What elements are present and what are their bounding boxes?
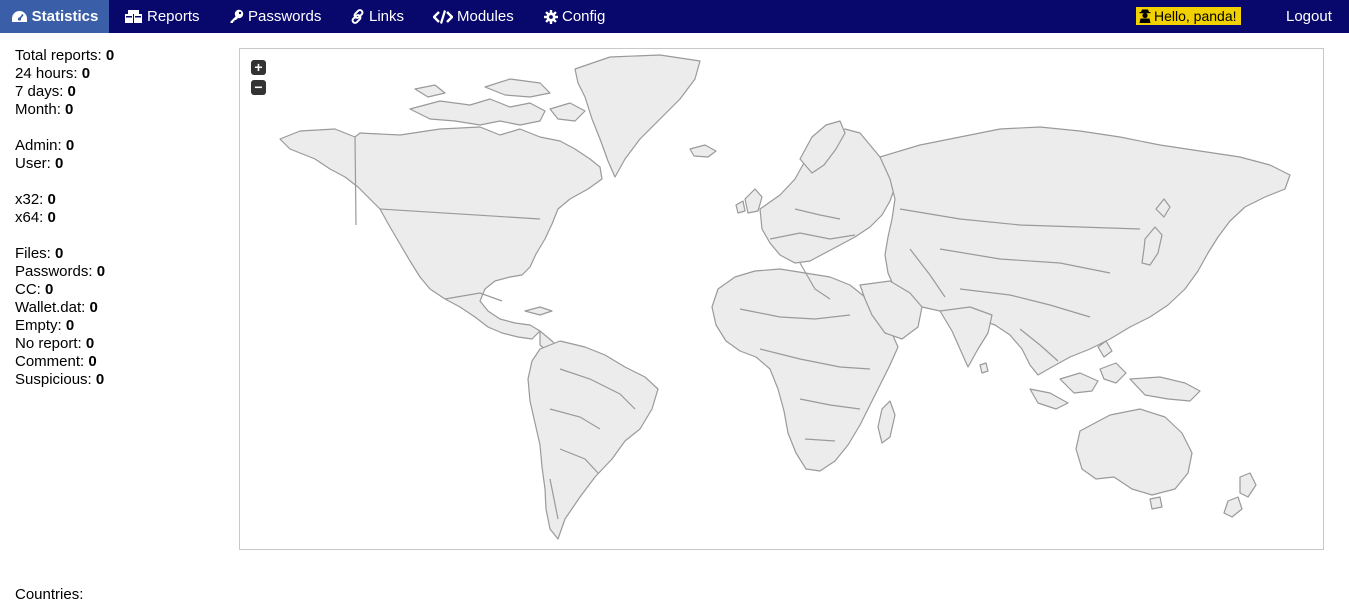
map-arctic-islands	[409, 98, 546, 126]
greeting-badge: Hello, panda!	[1136, 7, 1241, 25]
map-australia	[1075, 408, 1193, 496]
zoom-out-button[interactable]: −	[251, 80, 266, 95]
stat-files: Files: 0	[15, 245, 64, 262]
stat-x32: x32: 0	[15, 191, 56, 208]
greeting-text: Hello, panda!	[1154, 8, 1237, 24]
stat-passwords: Passwords: 0	[15, 263, 106, 280]
stat-cc: CC: 0	[15, 281, 54, 298]
nav-modules-label: Modules	[457, 8, 514, 25]
nav-modules[interactable]: Modules	[433, 0, 514, 33]
logout-link[interactable]: Logout	[1286, 0, 1332, 33]
gear-icon	[544, 9, 558, 24]
world-map-canvas[interactable]	[240, 49, 1323, 549]
nav-links-label: Links	[369, 8, 405, 25]
nav-passwords[interactable]: Passwords	[229, 0, 321, 33]
map-asia	[879, 126, 1291, 376]
nav-passwords-label: Passwords	[248, 8, 322, 25]
top-navbar: Statistics Reports Passwords Links Modul…	[0, 0, 1349, 33]
stat-no-report: No report: 0	[15, 335, 95, 352]
map-greenland	[574, 54, 701, 178]
code-icon	[433, 9, 453, 24]
stat-user: User: 0	[15, 155, 64, 172]
boxes-icon	[125, 9, 142, 23]
nav-reports[interactable]: Reports	[124, 0, 200, 33]
stat-wallet: Wallet.dat: 0	[15, 299, 98, 316]
stat-comment: Comment: 0	[15, 353, 97, 370]
key-icon	[230, 9, 244, 23]
stat-total-reports: Total reports: 0	[15, 47, 115, 64]
dashboard-icon	[11, 11, 27, 22]
nav-config[interactable]: Config	[544, 0, 605, 33]
countries-label: Countries:	[15, 586, 84, 603]
stat-admin: Admin: 0	[15, 137, 75, 154]
user-secret-icon	[1139, 9, 1151, 23]
stat-7-days: 7 days: 0	[15, 83, 76, 100]
zoom-in-button[interactable]: +	[251, 60, 266, 75]
stat-suspicious: Suspicious: 0	[15, 371, 105, 388]
world-map[interactable]: + −	[239, 48, 1324, 550]
nav-statistics-label: Statistics	[31, 8, 99, 25]
map-north-america	[279, 126, 603, 340]
stat-x64: x64: 0	[15, 209, 56, 226]
stat-empty: Empty: 0	[15, 317, 75, 334]
nav-links[interactable]: Links	[350, 0, 404, 33]
nav-reports-label: Reports	[147, 8, 200, 25]
nav-statistics[interactable]: Statistics	[0, 0, 109, 33]
map-south-america	[527, 340, 659, 540]
logout-label: Logout	[1286, 8, 1332, 25]
link-icon	[351, 9, 364, 24]
stat-month: Month: 0	[15, 101, 74, 118]
stats-panel: Total reports: 0 24 hours: 0 7 days: 0 M…	[15, 47, 114, 389]
stat-24-hours: 24 hours: 0	[15, 65, 91, 82]
nav-config-label: Config	[562, 8, 606, 25]
